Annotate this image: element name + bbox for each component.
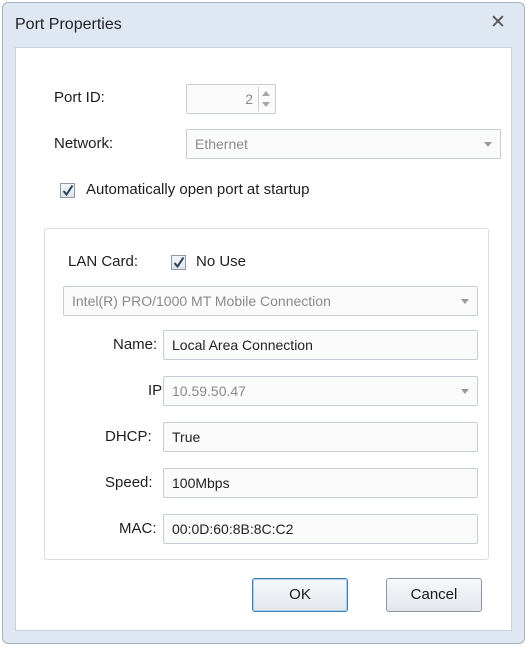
ip-value: 10.59.50.47 bbox=[172, 383, 246, 399]
title-bar: Port Properties ✕ bbox=[3, 3, 524, 45]
speed-label: Speed: bbox=[105, 474, 153, 491]
lan-card-label: LAN Card: bbox=[68, 253, 139, 270]
dhcp-value: True bbox=[172, 429, 201, 445]
lan-card-dropdown[interactable]: Intel(R) PRO/1000 MT Mobile Connection bbox=[63, 286, 478, 316]
network-dropdown[interactable]: Ethernet bbox=[186, 129, 501, 159]
checkmark-icon bbox=[62, 184, 74, 197]
dialog-title: Port Properties bbox=[15, 16, 122, 33]
port-id-value: 2 bbox=[245, 91, 253, 107]
ok-button[interactable]: OK bbox=[252, 578, 348, 612]
network-value: Ethernet bbox=[195, 136, 248, 152]
cancel-button[interactable]: Cancel bbox=[386, 578, 482, 612]
name-value: Local Area Connection bbox=[172, 337, 313, 353]
no-use-checkbox[interactable] bbox=[171, 255, 186, 270]
spin-buttons[interactable] bbox=[258, 87, 273, 111]
auto-open-label: Automatically open port at startup bbox=[86, 181, 310, 198]
port-id-label: Port ID: bbox=[54, 89, 105, 106]
mac-label: MAC: bbox=[119, 520, 157, 537]
dialog-body: Port ID: 2 Network: Ethernet Automatical… bbox=[15, 47, 512, 631]
auto-open-checkbox[interactable] bbox=[60, 183, 75, 198]
name-label: Name: bbox=[113, 336, 158, 353]
checkmark-icon bbox=[173, 256, 185, 269]
chevron-down-icon bbox=[484, 142, 492, 147]
chevron-down-icon bbox=[461, 389, 469, 394]
network-label: Network: bbox=[54, 135, 114, 152]
lan-card-value: Intel(R) PRO/1000 MT Mobile Connection bbox=[72, 293, 331, 309]
speed-value: 100Mbps bbox=[172, 475, 230, 491]
no-use-label: No Use bbox=[196, 253, 247, 270]
close-icon[interactable]: ✕ bbox=[488, 13, 508, 33]
name-field[interactable]: Local Area Connection bbox=[163, 330, 478, 360]
lan-card-group: LAN Card: No Use Intel(R) PRO/1000 MT Mo… bbox=[44, 228, 489, 560]
speed-field[interactable]: 100Mbps bbox=[163, 468, 478, 498]
mac-value: 00:0D:60:8B:8C:C2 bbox=[172, 521, 294, 537]
ip-dropdown[interactable]: 10.59.50.47 bbox=[163, 376, 478, 406]
dhcp-field[interactable]: True bbox=[163, 422, 478, 452]
dhcp-label: DHCP: bbox=[105, 428, 152, 445]
spin-down-icon[interactable] bbox=[262, 102, 270, 107]
port-properties-dialog: Port Properties ✕ Port ID: 2 Network: Et… bbox=[2, 2, 525, 644]
spin-up-icon[interactable] bbox=[262, 91, 270, 96]
port-id-stepper[interactable]: 2 bbox=[186, 84, 276, 114]
mac-field[interactable]: 00:0D:60:8B:8C:C2 bbox=[163, 514, 478, 544]
chevron-down-icon bbox=[461, 299, 469, 304]
